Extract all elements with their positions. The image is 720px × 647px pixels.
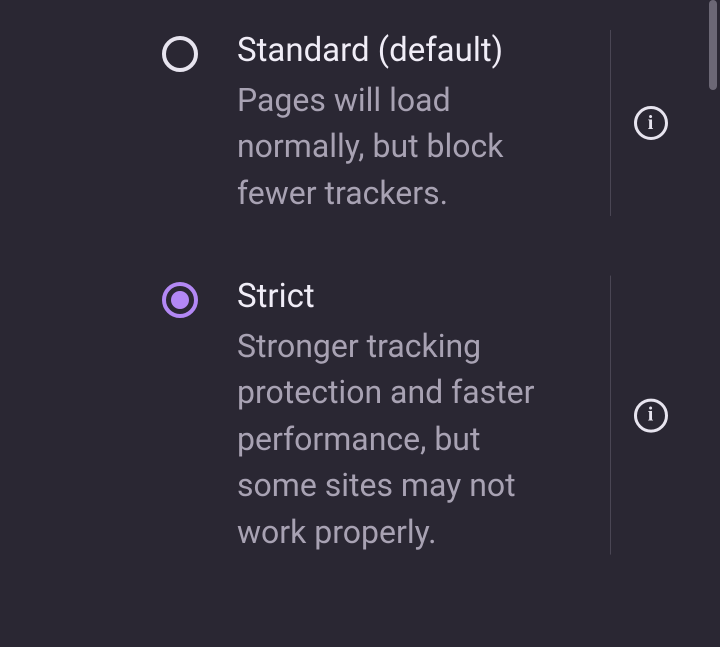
option-standard[interactable]: Standard (default) Pages will load norma… <box>0 0 720 246</box>
radio-col <box>155 605 205 647</box>
option-title: Standard (default) <box>237 30 545 73</box>
option-title: Strict <box>237 276 545 319</box>
info-icon[interactable]: i <box>634 398 668 432</box>
option-description: Pages will load normally, but block fewe… <box>237 77 545 216</box>
info-icon[interactable]: i <box>634 106 668 140</box>
scrollbar-track[interactable] <box>708 0 720 577</box>
info-col: i <box>610 30 690 216</box>
radio-col <box>155 276 205 318</box>
option-description: Stronger tracking protection and faster … <box>237 323 545 555</box>
info-col: i <box>610 276 690 555</box>
radio-col <box>155 30 205 72</box>
radio-inner-icon <box>171 291 189 309</box>
scrollbar-thumb[interactable] <box>709 0 717 90</box>
option-text: Strict Stronger tracking protection and … <box>205 276 575 555</box>
radio-button-strict[interactable] <box>162 282 198 318</box>
option-third-partial[interactable] <box>0 585 720 647</box>
radio-button-standard[interactable] <box>162 36 198 72</box>
option-text: Standard (default) Pages will load norma… <box>205 30 575 216</box>
option-strict[interactable]: Strict Stronger tracking protection and … <box>0 246 720 585</box>
